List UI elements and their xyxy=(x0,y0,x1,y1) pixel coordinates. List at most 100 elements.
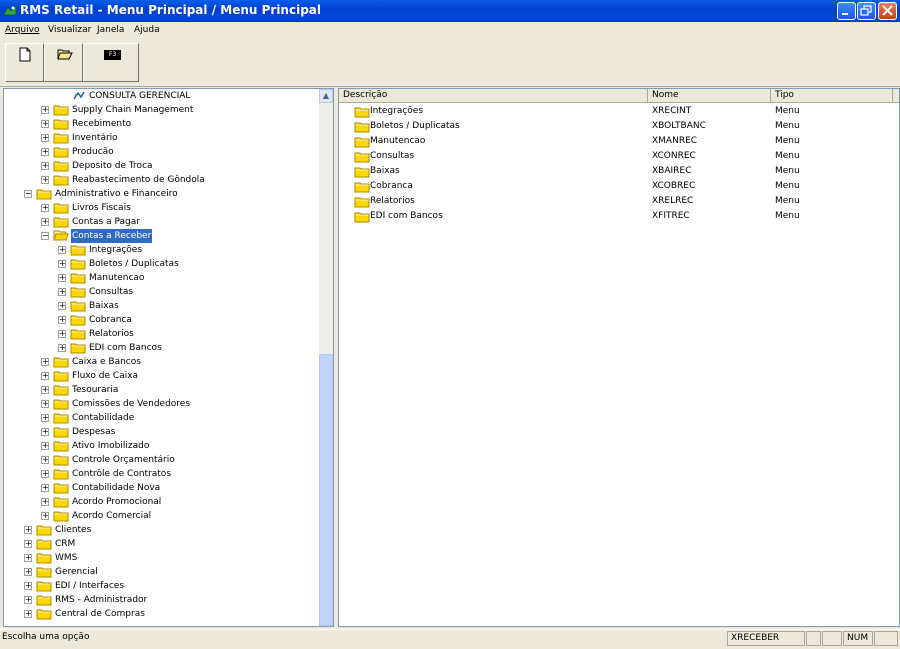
expand-icon[interactable]: + xyxy=(41,106,49,114)
expand-icon[interactable]: + xyxy=(41,456,49,464)
expand-icon[interactable]: + xyxy=(41,218,49,226)
tree-item-reabastecimento-de-gondola[interactable]: + Reabastecimento de Gôndola xyxy=(4,173,318,187)
expand-icon[interactable]: + xyxy=(41,428,49,436)
expand-icon[interactable]: + xyxy=(24,596,32,604)
expand-icon[interactable]: + xyxy=(58,330,66,338)
tree-item-fluxo-de-caixa[interactable]: + Fluxo de Caixa xyxy=(4,369,318,383)
list-row[interactable]: Manutencao XMANREC Menu xyxy=(339,134,899,149)
tree-item-controle-orcamentario[interactable]: + Controle Orçamentário xyxy=(4,453,318,467)
tree-item-contabilidade-nova[interactable]: + Contabilidade Nova xyxy=(4,481,318,495)
collapse-icon[interactable]: − xyxy=(24,190,32,198)
tree-item-supply-chain-management[interactable]: + Supply Chain Management xyxy=(4,103,318,117)
tree-item-relatorios[interactable]: + Relatorios xyxy=(4,327,318,341)
tree-item-deposito-de-troca[interactable]: + Deposito de Troca xyxy=(4,159,318,173)
tree-item-baixas[interactable]: + Baixas xyxy=(4,299,318,313)
tree-item-integracoes[interactable]: + Integrações xyxy=(4,243,318,257)
expand-icon[interactable]: + xyxy=(41,358,49,366)
tree-item-contabilidade[interactable]: + Contabilidade xyxy=(4,411,318,425)
tree-item-cobranca[interactable]: + Cobranca xyxy=(4,313,318,327)
expand-icon[interactable]: + xyxy=(24,582,32,590)
tree-item-wms[interactable]: + WMS xyxy=(4,551,318,565)
expand-icon[interactable]: + xyxy=(24,526,32,534)
expand-icon[interactable]: + xyxy=(41,498,49,506)
tree-item-ativo-imobilizado[interactable]: + Ativo Imobilizado xyxy=(4,439,318,453)
tree-item-acordo-comercial[interactable]: + Acordo Comercial xyxy=(4,509,318,523)
expand-icon[interactable]: + xyxy=(24,568,32,576)
tree-item-edi-interfaces[interactable]: + EDI / Interfaces xyxy=(4,579,318,593)
list-row[interactable]: Consultas XCONREC Menu xyxy=(339,149,899,164)
menu-arquivo[interactable]: Arquivo xyxy=(5,25,39,35)
menu-list[interactable]: Descrição Nome Tipo Integrações XRECINT Me… xyxy=(338,88,900,627)
expand-icon[interactable]: + xyxy=(41,400,49,408)
expand-icon[interactable]: + xyxy=(41,372,49,380)
menu-ajuda[interactable]: Ajuda xyxy=(134,25,160,35)
menu-janela[interactable]: Janela xyxy=(97,25,124,35)
expand-icon[interactable]: + xyxy=(41,414,49,422)
tree-item-rms-administrador[interactable]: + RMS - Administrador xyxy=(4,593,318,607)
open-button[interactable] xyxy=(44,43,83,82)
list-row[interactable]: Relatorios XRELREC Menu xyxy=(339,194,899,209)
expand-icon[interactable]: + xyxy=(41,120,49,128)
expand-icon[interactable]: + xyxy=(58,316,66,324)
tree-item-producao[interactable]: + Producão xyxy=(4,145,318,159)
expand-icon[interactable]: + xyxy=(58,288,66,296)
tree-item-gerencial[interactable]: + Gerencial xyxy=(4,565,318,579)
expand-icon[interactable]: + xyxy=(58,260,66,268)
expand-icon[interactable]: + xyxy=(24,554,32,562)
title-bar[interactable]: RMS Retail - Menu Principal / Menu Princ… xyxy=(0,0,900,22)
expand-icon[interactable]: + xyxy=(41,512,49,520)
tree-item-livros-fiscais[interactable]: + Livros Fiscais xyxy=(4,201,318,215)
expand-icon[interactable]: + xyxy=(41,484,49,492)
maximize-button[interactable] xyxy=(857,2,876,20)
expand-icon[interactable]: + xyxy=(24,540,32,548)
tree-item-crm[interactable]: + CRM xyxy=(4,537,318,551)
expand-icon[interactable]: + xyxy=(58,274,66,282)
list-row[interactable]: Baixas XBAIREC Menu xyxy=(339,164,899,179)
tree-item-boletos-duplicatas[interactable]: + Boletos / Duplicatas xyxy=(4,257,318,271)
tree-item-tesouraria[interactable]: + Tesouraria xyxy=(4,383,318,397)
tree-item-consultas[interactable]: + Consultas xyxy=(4,285,318,299)
minimize-button[interactable] xyxy=(837,2,856,20)
tree-item-inventario[interactable]: + Inventário xyxy=(4,131,318,145)
list-row[interactable]: Cobranca XCOBREC Menu xyxy=(339,179,899,194)
expand-icon[interactable]: + xyxy=(41,176,49,184)
tree-item-administrativo-e-financeiro[interactable]: − Administrativo e Financeiro xyxy=(4,187,318,201)
tree-item-caixa-e-bancos[interactable]: + Caixa e Bancos xyxy=(4,355,318,369)
column-tipo[interactable]: Tipo xyxy=(771,89,893,103)
expand-icon[interactable]: + xyxy=(41,134,49,142)
tree-item-clientes[interactable]: + Clientes xyxy=(4,523,318,537)
collapse-icon[interactable]: − xyxy=(41,232,49,240)
column-descricao[interactable]: Descrição xyxy=(339,89,648,103)
expand-icon[interactable]: + xyxy=(41,442,49,450)
tree-item-despesas[interactable]: + Despesas xyxy=(4,425,318,439)
list-row[interactable]: Integrações XRECINT Menu xyxy=(339,104,899,119)
f3-button[interactable]: F3 xyxy=(83,43,139,82)
tree-scrollbar[interactable]: ▲ xyxy=(319,89,333,626)
list-row[interactable]: Boletos / Duplicatas XBOLTBANC Menu xyxy=(339,119,899,134)
tree-item-controle-de-contratos[interactable]: + Contrôle de Contratos xyxy=(4,467,318,481)
expand-icon[interactable]: + xyxy=(41,162,49,170)
column-nome[interactable]: Nome xyxy=(648,89,771,103)
tree-item-manutencao[interactable]: + Manutencao xyxy=(4,271,318,285)
tree-item-consulta-gerencial[interactable]: CONSULTA GERENCIAL xyxy=(4,89,318,103)
scroll-up-icon[interactable]: ▲ xyxy=(319,89,333,103)
expand-icon[interactable]: + xyxy=(41,386,49,394)
tree-item-contas-a-pagar[interactable]: + Contas a Pagar xyxy=(4,215,318,229)
tree-item-contas-a-receber[interactable]: − Contas a Receber xyxy=(4,229,318,243)
scroll-thumb[interactable] xyxy=(319,354,333,626)
expand-icon[interactable]: + xyxy=(41,148,49,156)
expand-icon[interactable]: + xyxy=(24,610,32,618)
close-button[interactable] xyxy=(878,2,897,20)
expand-icon[interactable]: + xyxy=(41,204,49,212)
expand-icon[interactable]: + xyxy=(41,470,49,478)
expand-icon[interactable]: + xyxy=(58,344,66,352)
menu-visualizar[interactable]: Visualizar xyxy=(48,25,91,35)
new-button[interactable] xyxy=(5,43,44,82)
tree-item-edi-com-bancos[interactable]: + EDI com Bancos xyxy=(4,341,318,355)
expand-icon[interactable]: + xyxy=(58,302,66,310)
expand-icon[interactable]: + xyxy=(58,246,66,254)
list-row[interactable]: EDI com Bancos XFITREC Menu xyxy=(339,209,899,224)
tree-item-central-de-compras[interactable]: + Central de Compras xyxy=(4,607,318,621)
tree-item-recebimento[interactable]: + Recebimento xyxy=(4,117,318,131)
menu-tree[interactable]: CONSULTA GERENCIAL + Supply Chain Manageme… xyxy=(3,88,334,627)
